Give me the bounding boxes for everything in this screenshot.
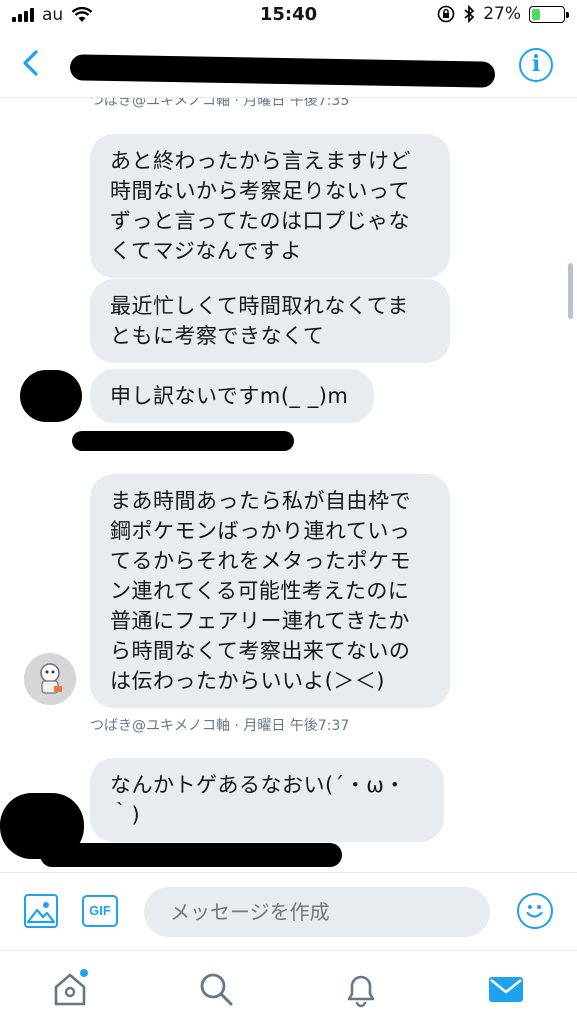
emoji-icon[interactable] (517, 893, 553, 929)
status-right: 27% (437, 4, 569, 24)
battery-icon (529, 5, 569, 23)
message-meta: つばき@ユキメノコ軸 · 月曜日 午後7:37 (90, 718, 350, 734)
chevron-left-icon[interactable] (14, 46, 48, 80)
message-bubble[interactable]: あと終わったから言えますけど 時間ないから考察足りないって ずっと言ってたのは口… (90, 134, 450, 278)
search-icon[interactable] (196, 969, 236, 1009)
bluetooth-icon (464, 5, 475, 23)
message-bubble[interactable]: 申し訳ないですm(_ _)m (90, 369, 374, 423)
battery-fill (532, 8, 541, 20)
message-bubble[interactable]: なんかトゲあるなおい(´・ω・ ｀) (90, 758, 444, 842)
redacted-avatar (20, 370, 82, 422)
redacted-conversation-title (69, 54, 496, 88)
tab-bar (0, 950, 577, 1024)
messages-icon[interactable] (486, 969, 526, 1009)
notifications-icon[interactable] (341, 969, 381, 1009)
scrollbar[interactable] (568, 263, 573, 319)
image-icon[interactable] (24, 894, 58, 928)
conversation-header: i (0, 30, 577, 98)
message-input[interactable] (144, 887, 490, 937)
battery-percent: 27% (483, 4, 521, 24)
avatar[interactable] (24, 653, 76, 705)
redacted-meta (72, 431, 294, 451)
message-composer: GIF (0, 872, 577, 950)
redacted-meta (40, 843, 342, 867)
orientation-lock-icon (437, 5, 455, 23)
gif-button[interactable]: GIF (82, 895, 118, 927)
info-icon[interactable]: i (519, 48, 553, 82)
smiley-face-icon (526, 905, 543, 918)
status-bar: au 15:40 27% (0, 0, 577, 30)
message-bubble[interactable]: まあ時間あったら私が自由枠で 鋼ポケモンばっかり連れていっ てるからそれをメタっ… (90, 474, 450, 708)
message-meta: つばき@ユキメノコ軸 · 月曜日 午後7:35 (90, 98, 350, 109)
home-icon[interactable] (50, 969, 90, 1009)
message-list[interactable]: つばき@ユキメノコ軸 · 月曜日 午後7:35 あと終わったから言えますけど 時… (0, 98, 577, 872)
message-bubble[interactable]: 最近忙しくて時間取れなくてま ともに考察できなくて (90, 279, 450, 363)
character-avatar-image (24, 653, 76, 705)
image-glyph-icon (26, 902, 56, 924)
